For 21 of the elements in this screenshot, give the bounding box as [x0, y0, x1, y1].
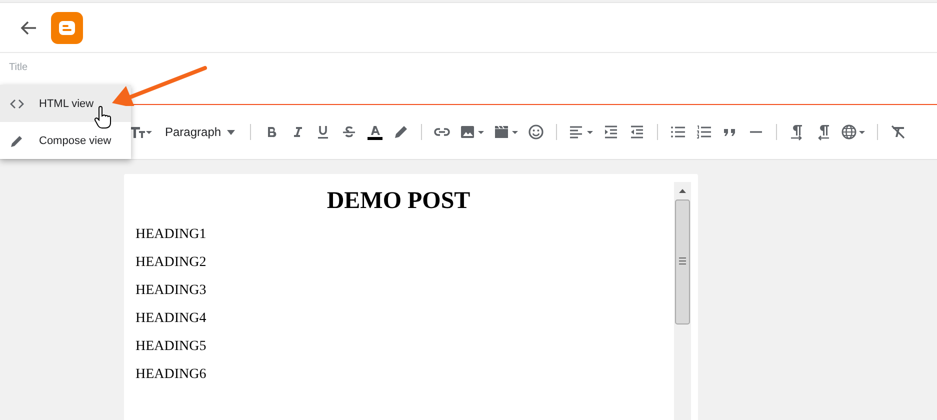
menu-item[interactable]: Compose view — [0, 122, 131, 159]
hand-cursor-icon — [93, 106, 113, 130]
globe-icon[interactable] — [840, 123, 866, 141]
post-paragraph: HEADING3 — [136, 283, 208, 299]
menu-item[interactable]: HTML view — [0, 85, 131, 122]
paragraph-style-dropdown[interactable]: Paragraph — [163, 123, 238, 141]
align-left-icon[interactable] — [568, 123, 594, 141]
image-icon[interactable] — [459, 123, 486, 141]
post-heading: DEMO POST — [326, 188, 472, 215]
video-clapper-icon[interactable] — [493, 123, 520, 141]
text-color-icon[interactable] — [366, 123, 384, 141]
post-paragraph: HEADING1 — [136, 227, 208, 243]
post-paragraph: HEADING4 — [136, 311, 208, 327]
emoji-icon[interactable] — [527, 123, 546, 141]
post-paragraph: HEADING5 — [136, 339, 208, 355]
clear-formatting-icon[interactable] — [889, 123, 908, 141]
post-paragraph: HEADING6 — [136, 367, 208, 383]
blog-logo-icon[interactable] — [51, 12, 83, 44]
post-paragraph: HEADING2 — [136, 255, 208, 271]
caret-icon — [227, 130, 236, 134]
numbered-list-icon[interactable] — [695, 123, 714, 141]
